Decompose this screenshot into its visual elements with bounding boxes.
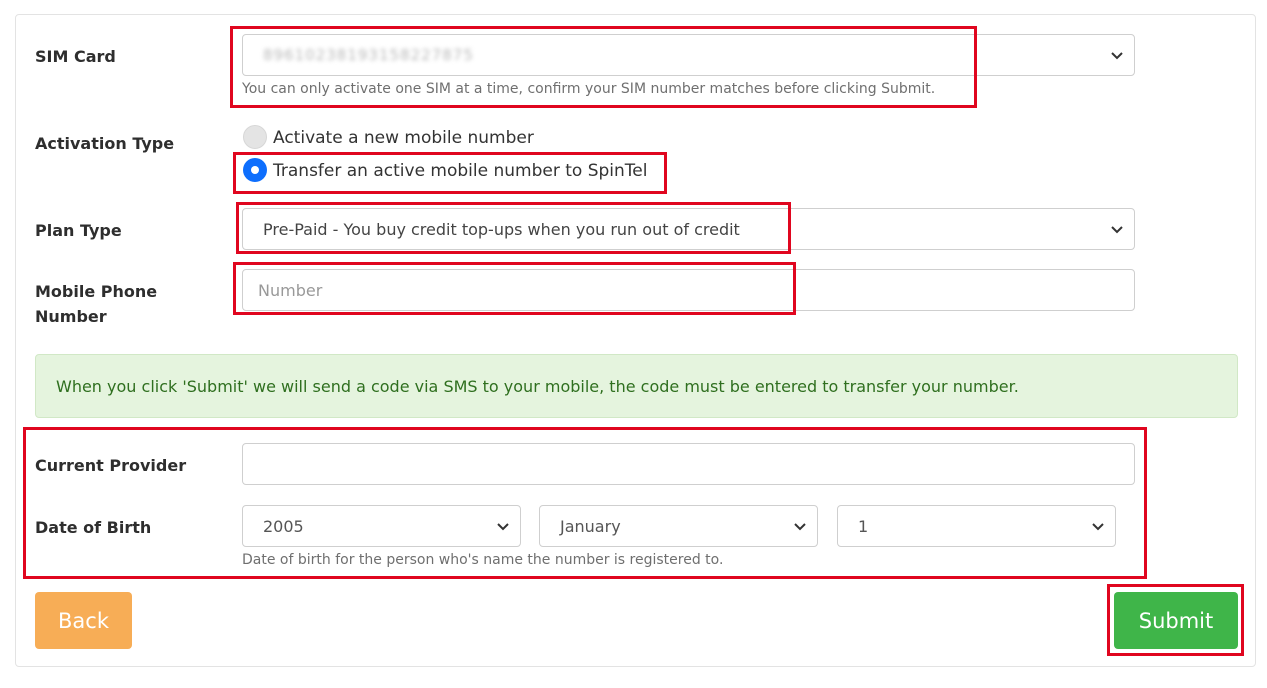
- mobile-number-placeholder: Number: [258, 280, 323, 300]
- back-button[interactable]: Back: [35, 592, 132, 649]
- radio-transfer-number[interactable]: [243, 158, 267, 182]
- sms-info-alert: When you click 'Submit' we will send a c…: [35, 354, 1238, 418]
- plan-type-value: Pre-Paid - You buy credit top-ups when y…: [263, 219, 740, 239]
- sim-card-help: You can only activate one SIM at a time,…: [242, 81, 936, 97]
- chevron-down-icon: [497, 523, 509, 531]
- sim-card-value: 89610238193158227875: [263, 46, 474, 64]
- dob-year-select[interactable]: 2005: [242, 505, 521, 547]
- plan-type-label: Plan Type: [35, 221, 122, 240]
- date-of-birth-label: Date of Birth: [35, 518, 152, 537]
- radio-activate-new-label[interactable]: Activate a new mobile number: [273, 128, 534, 148]
- radio-transfer-number-label[interactable]: Transfer an active mobile number to Spin…: [273, 161, 647, 181]
- activation-type-label: Activation Type: [35, 134, 175, 153]
- back-button-label: Back: [58, 608, 109, 633]
- activation-form-panel: [15, 14, 1256, 667]
- mobile-number-label: Mobile Phone Number: [35, 282, 158, 326]
- plan-type-select[interactable]: Pre-Paid - You buy credit top-ups when y…: [242, 208, 1135, 250]
- sim-card-select[interactable]: 89610238193158227875: [242, 34, 1135, 76]
- dob-month-select[interactable]: January: [539, 505, 818, 547]
- submit-button[interactable]: Submit: [1114, 592, 1238, 649]
- dob-day-value: 1: [858, 516, 869, 536]
- submit-button-label: Submit: [1138, 608, 1214, 633]
- current-provider-label: Current Provider: [35, 456, 187, 475]
- chevron-down-icon: [1111, 226, 1123, 234]
- chevron-down-icon: [1111, 52, 1123, 60]
- chevron-down-icon: [794, 523, 806, 531]
- dob-year-value: 2005: [263, 516, 304, 536]
- sim-card-label: SIM Card: [35, 47, 116, 66]
- current-provider-input[interactable]: [242, 443, 1135, 485]
- radio-activate-new[interactable]: [243, 125, 267, 149]
- chevron-down-icon: [1092, 523, 1104, 531]
- dob-day-select[interactable]: 1: [837, 505, 1116, 547]
- sms-info-text: When you click 'Submit' we will send a c…: [56, 376, 1019, 396]
- dob-help: Date of birth for the person who's name …: [242, 552, 724, 568]
- mobile-number-input[interactable]: Number: [242, 269, 1135, 311]
- dob-month-value: January: [560, 516, 621, 536]
